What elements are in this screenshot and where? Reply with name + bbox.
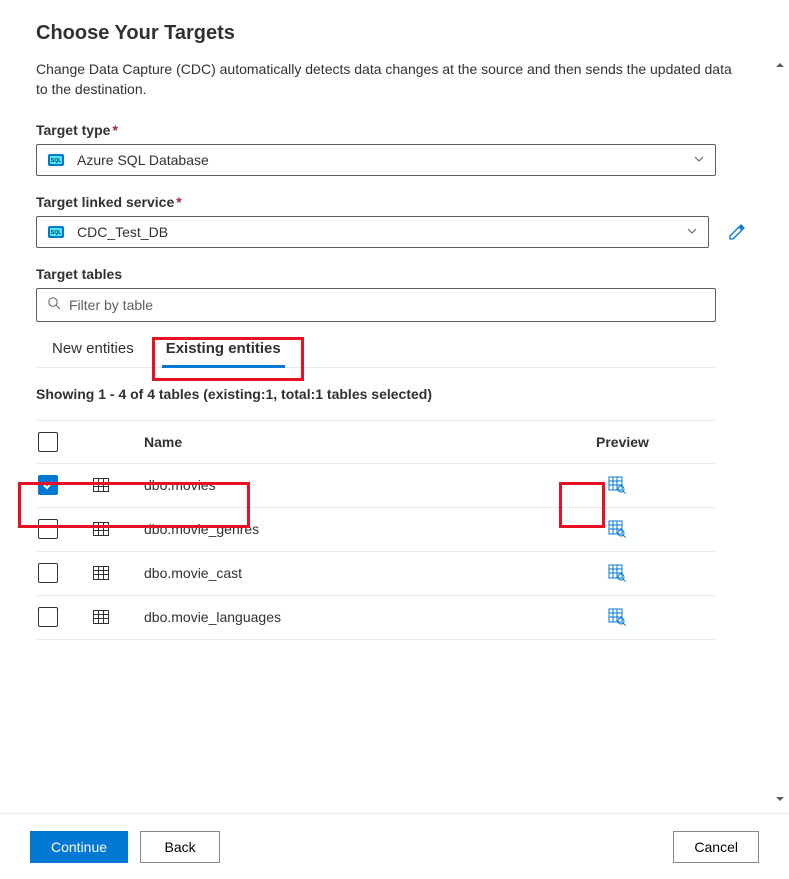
table-header: Name Preview [36, 420, 716, 464]
table-icon [92, 520, 144, 538]
table-count-summary: Showing 1 - 4 of 4 tables (existing:1, t… [36, 386, 753, 402]
search-icon [47, 296, 61, 313]
page-title: Choose Your Targets [36, 22, 753, 45]
preview-button[interactable] [608, 520, 716, 538]
tables-filter[interactable] [36, 288, 716, 322]
target-tables-label: Target tables [36, 266, 753, 282]
preview-button[interactable] [608, 608, 716, 626]
linked-service-value: CDC_Test_DB [77, 224, 686, 240]
row-name: dbo.movie_languages [144, 609, 596, 625]
svg-text:SQL: SQL [51, 230, 61, 236]
azure-sql-icon: SQL [47, 151, 65, 169]
svg-text:SQL: SQL [51, 158, 61, 164]
table-icon [92, 564, 144, 582]
row-checkbox[interactable] [38, 563, 58, 583]
table-row: dbo.movie_genres [36, 508, 716, 552]
select-all-checkbox[interactable] [38, 432, 58, 452]
continue-button[interactable]: Continue [30, 831, 128, 863]
row-checkbox[interactable] [38, 475, 58, 495]
scroll-down-arrow [775, 794, 785, 804]
entity-tabs: New entities Existing entities [36, 330, 716, 368]
footer: Continue Back Cancel [0, 813, 789, 879]
target-type-value: Azure SQL Database [77, 152, 693, 168]
cancel-button[interactable]: Cancel [673, 831, 759, 863]
table-row: dbo.movies [36, 464, 716, 508]
tables-list: Name Preview dbo.movies dbo.movie_genres… [36, 420, 716, 640]
preview-button[interactable] [608, 564, 716, 582]
linked-service-dropdown[interactable]: SQL CDC_Test_DB [36, 216, 709, 248]
required-marker: * [176, 194, 181, 210]
column-preview: Preview [596, 434, 716, 450]
linked-service-label: Target linked service* [36, 194, 753, 210]
table-icon [92, 476, 144, 494]
row-checkbox[interactable] [38, 607, 58, 627]
tab-new-entities[interactable]: New entities [36, 330, 150, 367]
row-checkbox[interactable] [38, 519, 58, 539]
back-button[interactable]: Back [140, 831, 220, 863]
page-description: Change Data Capture (CDC) automatically … [36, 59, 736, 100]
chevron-down-icon [693, 152, 705, 168]
azure-sql-icon: SQL [47, 223, 65, 241]
row-name: dbo.movie_genres [144, 521, 596, 537]
tables-filter-input[interactable] [69, 297, 705, 313]
scrollbar-indicator [777, 60, 783, 804]
chevron-down-icon [686, 224, 698, 240]
column-name: Name [144, 434, 596, 450]
preview-button[interactable] [608, 476, 716, 494]
pencil-icon [728, 223, 746, 241]
row-name: dbo.movie_cast [144, 565, 596, 581]
table-row: dbo.movie_languages [36, 596, 716, 640]
target-type-label: Target type* [36, 122, 753, 138]
tab-existing-entities[interactable]: Existing entities [150, 330, 297, 367]
table-row: dbo.movie_cast [36, 552, 716, 596]
scroll-up-arrow [775, 60, 785, 70]
target-type-dropdown[interactable]: SQL Azure SQL Database [36, 144, 716, 176]
row-name: dbo.movies [144, 477, 596, 493]
required-marker: * [112, 122, 117, 138]
edit-linked-service-button[interactable] [721, 216, 753, 248]
table-icon [92, 608, 144, 626]
